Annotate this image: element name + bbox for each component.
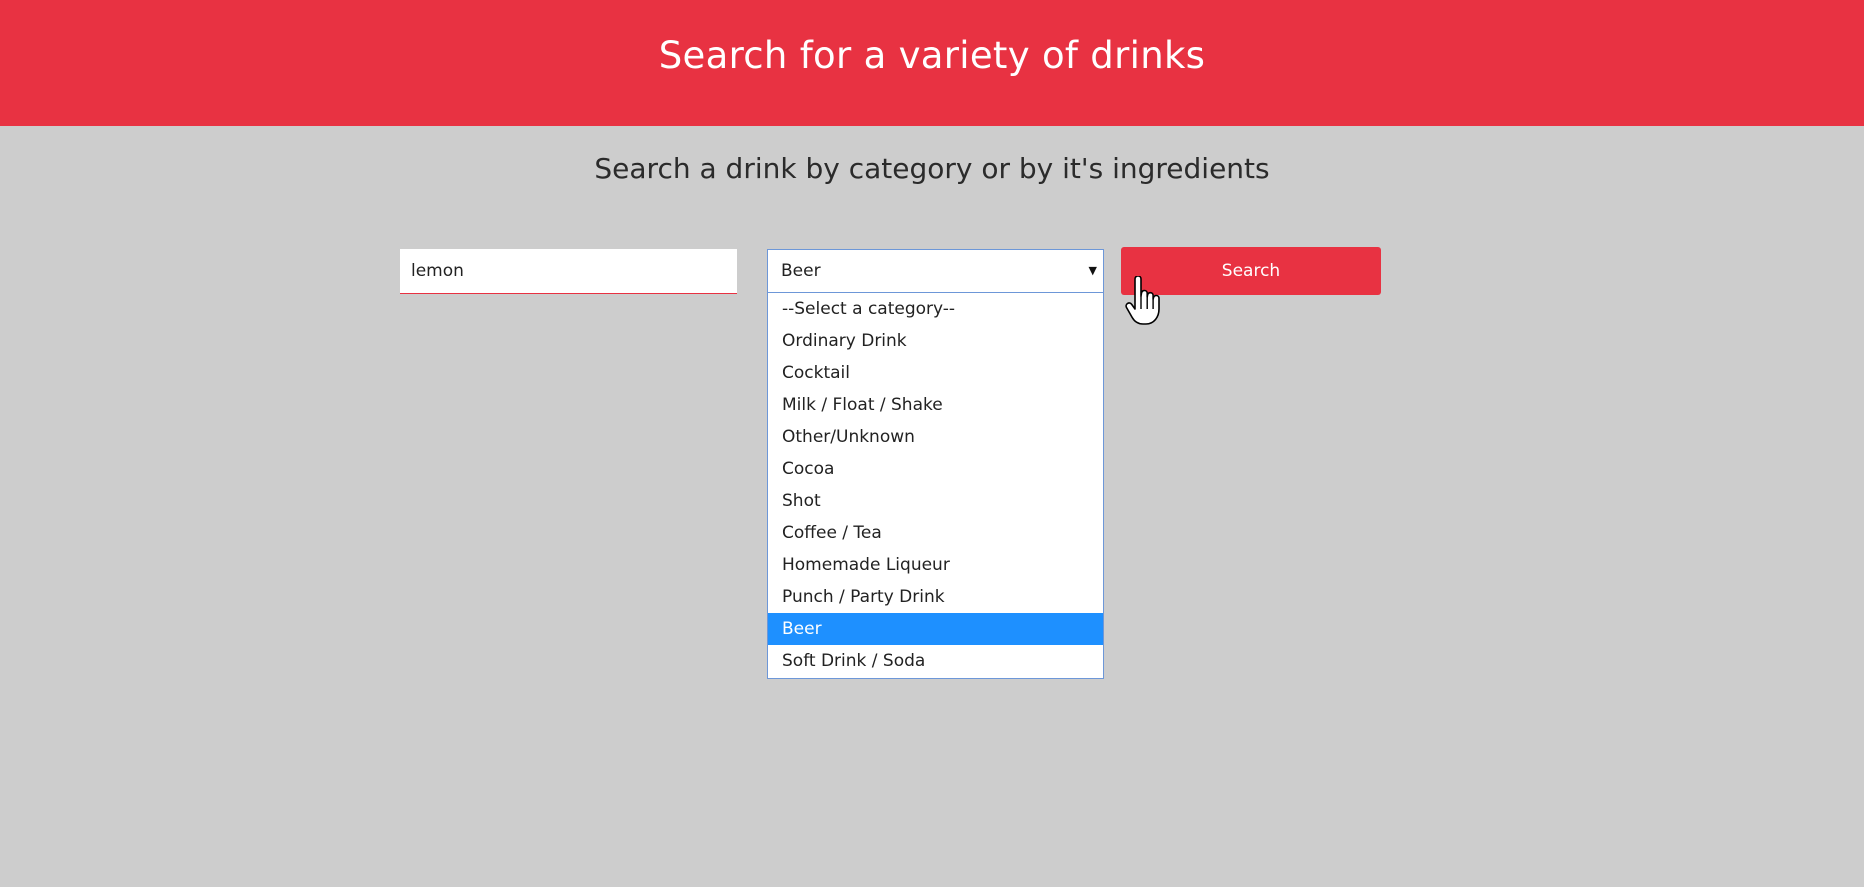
category-option[interactable]: Soft Drink / Soda [768, 645, 1103, 677]
category-select-value: Beer [781, 261, 821, 281]
category-option[interactable]: --Select a category-- [768, 293, 1103, 325]
category-option[interactable]: Cocoa [768, 453, 1103, 485]
caret-down-icon: ▼ [1088, 264, 1097, 277]
ingredient-search-input[interactable] [400, 249, 737, 294]
page-subtitle: Search a drink by category or by it's in… [594, 152, 1270, 185]
category-option[interactable]: Beer [768, 613, 1103, 645]
category-option[interactable]: Milk / Float / Shake [768, 389, 1103, 421]
category-option[interactable]: Homemade Liqueur [768, 549, 1103, 581]
category-dropdown-list: --Select a category-- Ordinary Drink Cockt… [767, 293, 1104, 679]
category-option[interactable]: Cocktail [768, 357, 1103, 389]
category-select[interactable]: Beer ▼ [767, 249, 1104, 293]
category-option[interactable]: Punch / Party Drink [768, 581, 1103, 613]
page-title: Search for a variety of drinks [658, 33, 1206, 77]
category-option[interactable]: Ordinary Drink [768, 325, 1103, 357]
search-button[interactable]: Search [1121, 247, 1381, 295]
category-option[interactable]: Other/Unknown [768, 421, 1103, 453]
category-option[interactable]: Coffee / Tea [768, 517, 1103, 549]
category-option[interactable]: Shot [768, 485, 1103, 517]
page-header: Search for a variety of drinks [0, 0, 1864, 126]
